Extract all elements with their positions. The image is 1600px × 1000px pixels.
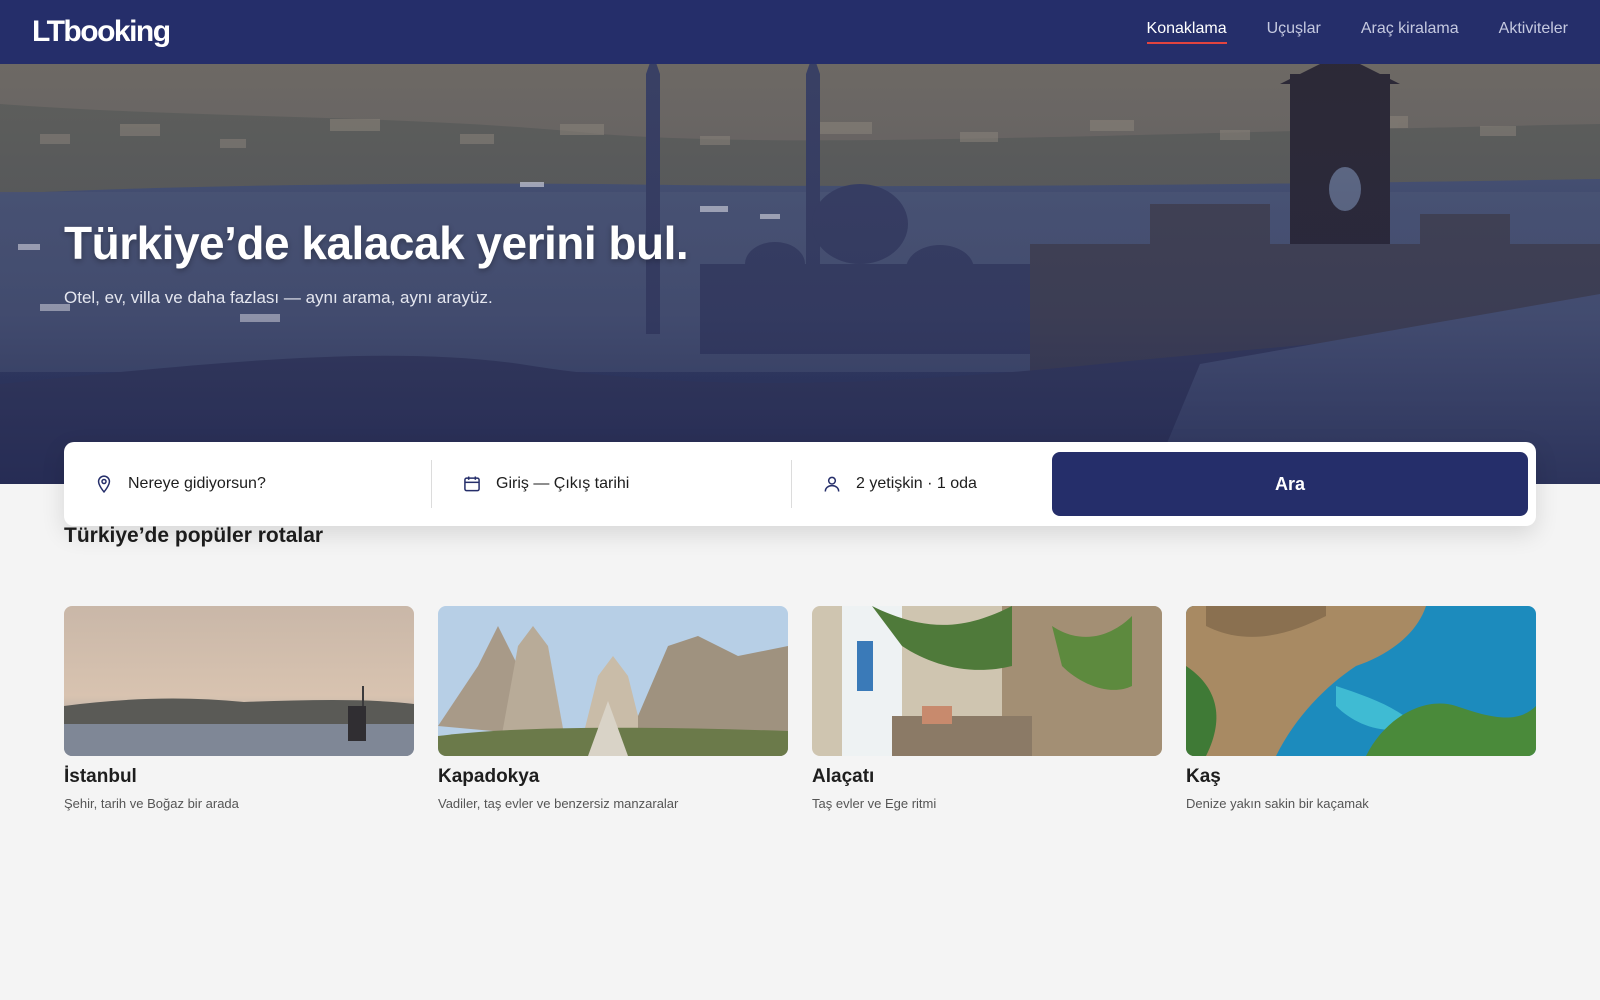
card-description: Vadiler, taş evler ve benzersiz manzaral…	[438, 796, 679, 811]
section-title-popular: Türkiye’de popüler rotalar	[64, 524, 324, 547]
brand-logo-text: LTbooking	[32, 15, 171, 48]
main-nav: Konaklama Uçuşlar Araç kiralama Aktivite…	[1146, 20, 1568, 44]
card-description: Taş evler ve Ege ritmi	[812, 796, 937, 811]
map-pin-icon	[97, 475, 111, 494]
search-bar: Nereye gidiyorsun? Giriş — Çıkış tarihi …	[64, 442, 1536, 526]
card-title: İstanbul	[64, 766, 137, 787]
hero-text: Türkiye’de kalacak yerini bul. Otel, ev,…	[64, 216, 689, 308]
card-title: Alaçatı	[812, 766, 875, 787]
nav-item-aktiviteler[interactable]: Aktiviteler	[1499, 20, 1568, 44]
hero-title: Türkiye’de kalacak yerini bul.	[64, 217, 689, 269]
date-range-field[interactable]: Giriş — Çıkış tarihi	[432, 460, 792, 508]
top-navbar: LTbooking Konaklama Uçuşlar Araç kiralam…	[0, 0, 1600, 64]
hero-banner: Türkiye’de kalacak yerini bul. Otel, ev,…	[0, 64, 1600, 484]
destination-card-istanbul[interactable]: İstanbul Şehir, tarih ve Boğaz bir arada	[64, 606, 414, 811]
alacati-image	[812, 606, 1162, 756]
destination-field[interactable]: Nereye gidiyorsun?	[64, 460, 432, 508]
card-description: Şehir, tarih ve Boğaz bir arada	[64, 796, 239, 811]
nav-item-ucuslar[interactable]: Uçuşlar	[1267, 20, 1321, 44]
card-description: Denize yakın sakin bir kaçamak	[1186, 796, 1369, 811]
destination-cards: İstanbul Şehir, tarih ve Boğaz bir arada…	[64, 606, 1536, 811]
nav-item-arac-kiralama[interactable]: Araç kiralama	[1361, 20, 1459, 44]
destination-card-alacati[interactable]: Alaçatı Taş evler ve Ege ritmi	[812, 606, 1162, 811]
card-title: Kaş	[1186, 766, 1221, 787]
nav-item-konaklama[interactable]: Konaklama	[1146, 20, 1227, 44]
kas-image	[1186, 606, 1536, 756]
guests-value: 2 yetişkin · 1 oda	[856, 475, 977, 492]
hero-subtitle: Otel, ev, villa ve daha fazlası — aynı a…	[64, 288, 493, 307]
calendar-icon	[464, 476, 480, 492]
search-button[interactable]: Ara	[1052, 452, 1528, 516]
card-title: Kapadokya	[438, 766, 540, 787]
kapadokya-image	[438, 606, 788, 756]
guests-field[interactable]: 2 yetişkin · 1 oda	[792, 460, 1052, 508]
user-icon	[824, 476, 840, 492]
destination-card-kas[interactable]: Kaş Denize yakın sakin bir kaçamak	[1186, 606, 1536, 811]
destination-card-kapadokya[interactable]: Kapadokya Vadiler, taş evler ve benzersi…	[438, 606, 788, 811]
destination-placeholder: Nereye gidiyorsun?	[128, 475, 266, 492]
dates-placeholder: Giriş — Çıkış tarihi	[496, 475, 630, 492]
brand-logo[interactable]: LTbooking	[32, 15, 171, 48]
istanbul-image	[64, 606, 414, 756]
